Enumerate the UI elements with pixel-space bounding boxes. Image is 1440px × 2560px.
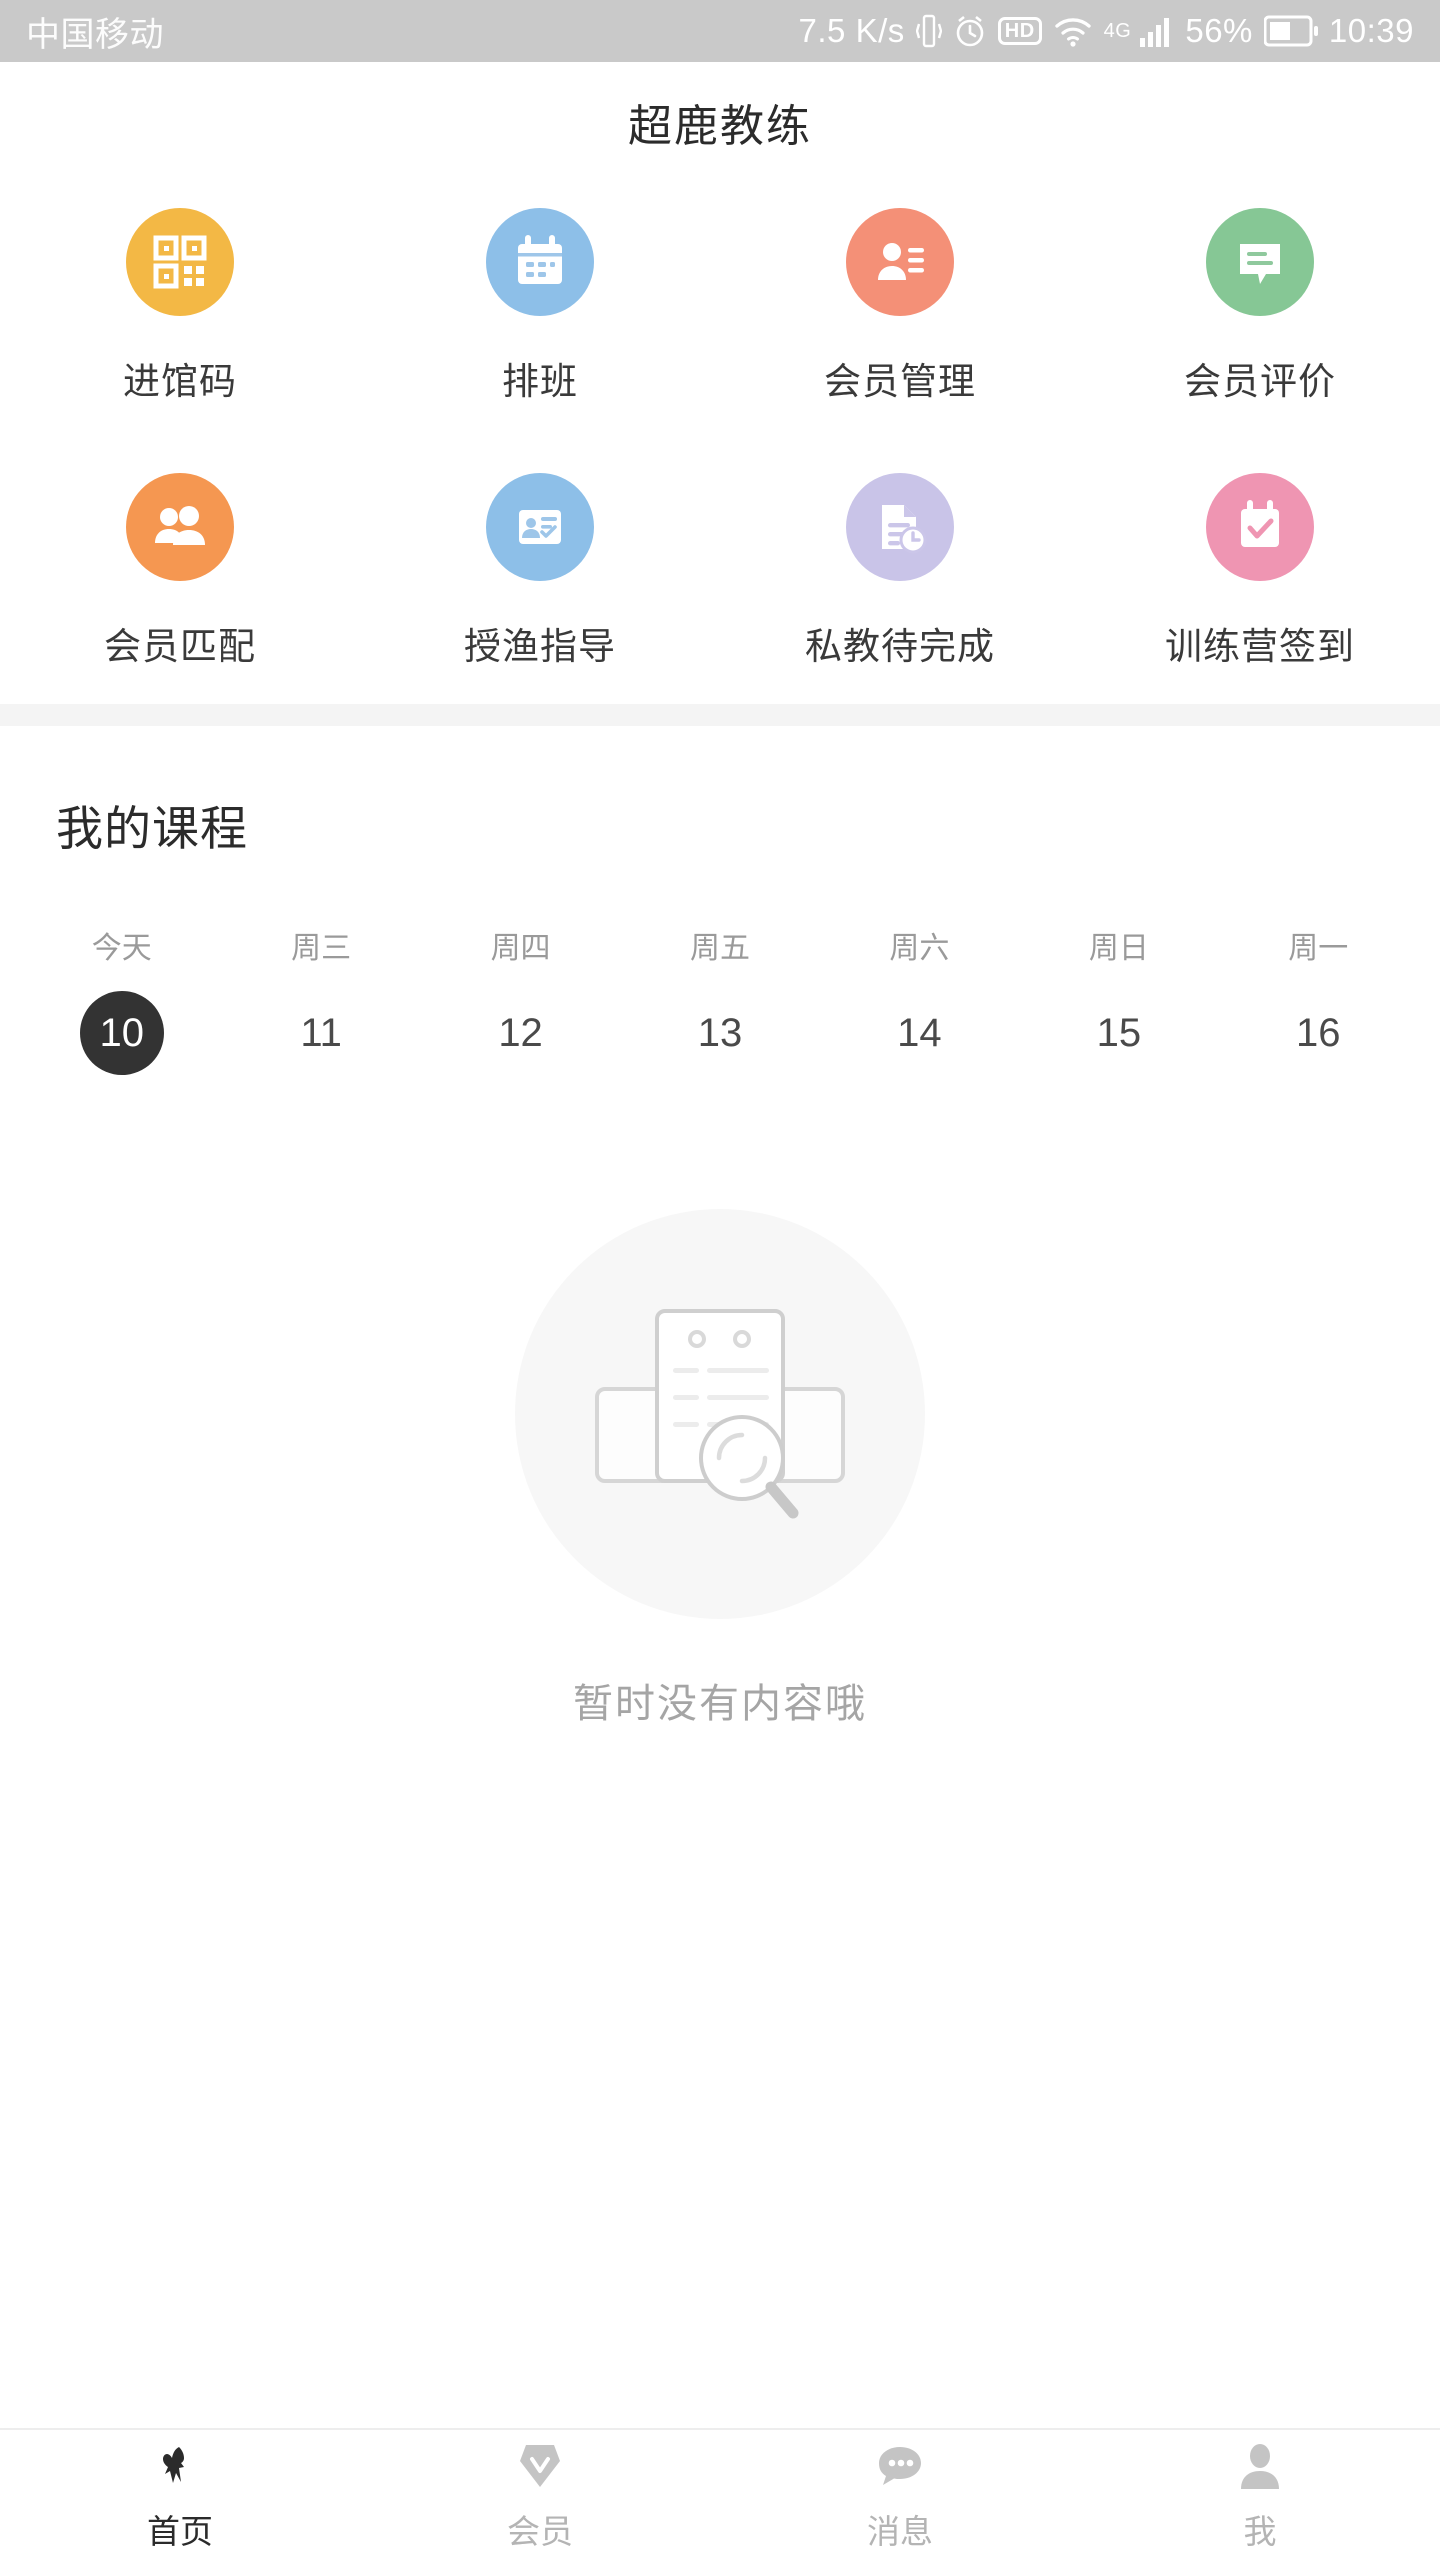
my-courses-section: 我的课程 今天 10 周三 11 周四 12 周五 13 周六 14 周日 15… [0, 726, 1440, 1729]
quick-action-camp-checkin[interactable]: 训练营签到 [1080, 473, 1440, 670]
app-header: 超鹿教练 [0, 62, 1440, 182]
my-courses-title: 我的课程 [56, 802, 248, 855]
hd-badge: HD [997, 17, 1042, 45]
date-item-1[interactable]: 周三 11 [221, 923, 420, 1075]
quick-action-schedule[interactable]: 排班 [360, 208, 720, 405]
date-number-label: 15 [1096, 1010, 1142, 1055]
quick-action-label: 进馆码 [123, 361, 237, 402]
app-screen: 中国移动 7.5 K/s HD 4G 56% 10:39 超鹿教练 进馆码 排班… [0, 0, 1440, 2560]
vibrate-icon [915, 12, 942, 50]
wifi-icon [1053, 14, 1093, 48]
tab-home[interactable]: 首页 [0, 2430, 360, 2560]
quick-action-label: 排班 [502, 361, 578, 402]
tab-label: 首页 [147, 2513, 213, 2550]
person-icon [1237, 2437, 1283, 2491]
date-number-label: 10 [99, 1010, 144, 1055]
battery-percent-label: 56% [1185, 12, 1253, 49]
document-clock-icon [846, 473, 954, 581]
date-weekday-label: 周一 [1288, 932, 1349, 965]
date-item-6[interactable]: 周一 16 [1219, 923, 1418, 1075]
quick-action-label: 会员评价 [1184, 361, 1336, 402]
tab-label: 消息 [867, 2513, 933, 2550]
quick-action-label: 私教待完成 [805, 626, 995, 667]
date-item-2[interactable]: 周四 12 [421, 923, 620, 1075]
quick-action-label: 训练营签到 [1165, 626, 1355, 667]
member-list-icon [846, 208, 954, 316]
quick-action-label: 会员管理 [824, 361, 976, 402]
date-number-badge: 13 [678, 991, 762, 1075]
date-item-3[interactable]: 周五 13 [620, 923, 819, 1075]
date-number-badge: 12 [479, 991, 563, 1075]
deer-logo-icon [155, 2437, 205, 2491]
date-number-label: 16 [1296, 1010, 1341, 1055]
status-bar-left: 中国移动 [26, 7, 164, 56]
id-card-icon [486, 473, 594, 581]
tab-label: 会员 [507, 2513, 573, 2550]
date-weekday-label: 周四 [490, 932, 551, 965]
date-item-0[interactable]: 今天 10 [22, 923, 221, 1075]
quick-action-member-match[interactable]: 会员匹配 [0, 473, 360, 670]
quick-action-member-management[interactable]: 会员管理 [720, 208, 1080, 405]
date-weekday-label: 周三 [291, 932, 352, 965]
bottom-tab-bar: 首页 会员 消息 我 [0, 2428, 1440, 2560]
date-weekday-label: 周日 [1088, 932, 1149, 965]
date-number-badge: 15 [1077, 991, 1161, 1075]
date-number-badge: 14 [877, 991, 961, 1075]
date-number-label: 13 [697, 1010, 743, 1055]
date-number-badge: 11 [279, 991, 363, 1075]
signal-bars-icon [1138, 14, 1174, 48]
quick-actions-grid: 进馆码 排班 会员管理 会员评价 会员匹配 授渔指导 私教待完成 训练营签到 [0, 182, 1440, 704]
calendar-check-icon [1206, 473, 1314, 581]
chat-bubble-icon [875, 2437, 925, 2491]
date-weekday-label: 周六 [889, 932, 950, 965]
tab-label: 我 [1243, 2513, 1277, 2550]
diamond-icon [516, 2437, 564, 2491]
quick-action-qrcode[interactable]: 进馆码 [0, 208, 360, 405]
mobile-network-label: 4G [1103, 19, 1132, 42]
battery-icon [1263, 15, 1318, 47]
tab-messages[interactable]: 消息 [720, 2430, 1080, 2560]
empty-state-text: 暂时没有内容哦 [573, 1682, 867, 1726]
quick-action-label: 授渔指导 [464, 626, 616, 667]
status-bar-right: 7.5 K/s HD 4G 56% 10:39 [799, 12, 1414, 50]
tab-members[interactable]: 会员 [360, 2430, 720, 2560]
date-number-label: 12 [498, 1010, 543, 1055]
page-title: 超鹿教练 [628, 102, 812, 151]
quick-action-pt-pending[interactable]: 私教待完成 [720, 473, 1080, 670]
quick-action-label: 会员匹配 [104, 626, 256, 667]
carrier-label: 中国移动 [26, 15, 164, 54]
date-item-4[interactable]: 周六 14 [820, 923, 1019, 1075]
date-number-badge: 16 [1276, 991, 1360, 1075]
status-bar: 中国移动 7.5 K/s HD 4G 56% 10:39 [0, 0, 1440, 62]
date-number-label: 14 [897, 1010, 942, 1055]
empty-state: 暂时没有内容哦 [0, 1075, 1440, 1729]
network-speed-label: 7.5 K/s [798, 12, 905, 49]
comment-icon [1206, 208, 1314, 316]
qrcode-icon [126, 208, 234, 316]
quick-action-member-review[interactable]: 会员评价 [1080, 208, 1440, 405]
alarm-icon [953, 14, 987, 48]
date-number-label: 11 [300, 1010, 342, 1055]
two-people-icon [126, 473, 234, 581]
document-search-empty-icon [515, 1209, 925, 1619]
clock-label: 10:39 [1328, 12, 1414, 49]
calendar-icon [486, 208, 594, 316]
date-weekday-label: 周五 [689, 932, 750, 965]
date-weekday-label: 今天 [91, 932, 152, 965]
date-number-badge: 10 [79, 991, 164, 1075]
quick-action-coaching-guide[interactable]: 授渔指导 [360, 473, 720, 670]
tab-profile[interactable]: 我 [1080, 2430, 1440, 2560]
date-item-5[interactable]: 周日 15 [1019, 923, 1218, 1075]
date-strip: 今天 10 周三 11 周四 12 周五 13 周六 14 周日 15 周一 1… [0, 859, 1440, 1075]
section-divider [0, 704, 1440, 726]
